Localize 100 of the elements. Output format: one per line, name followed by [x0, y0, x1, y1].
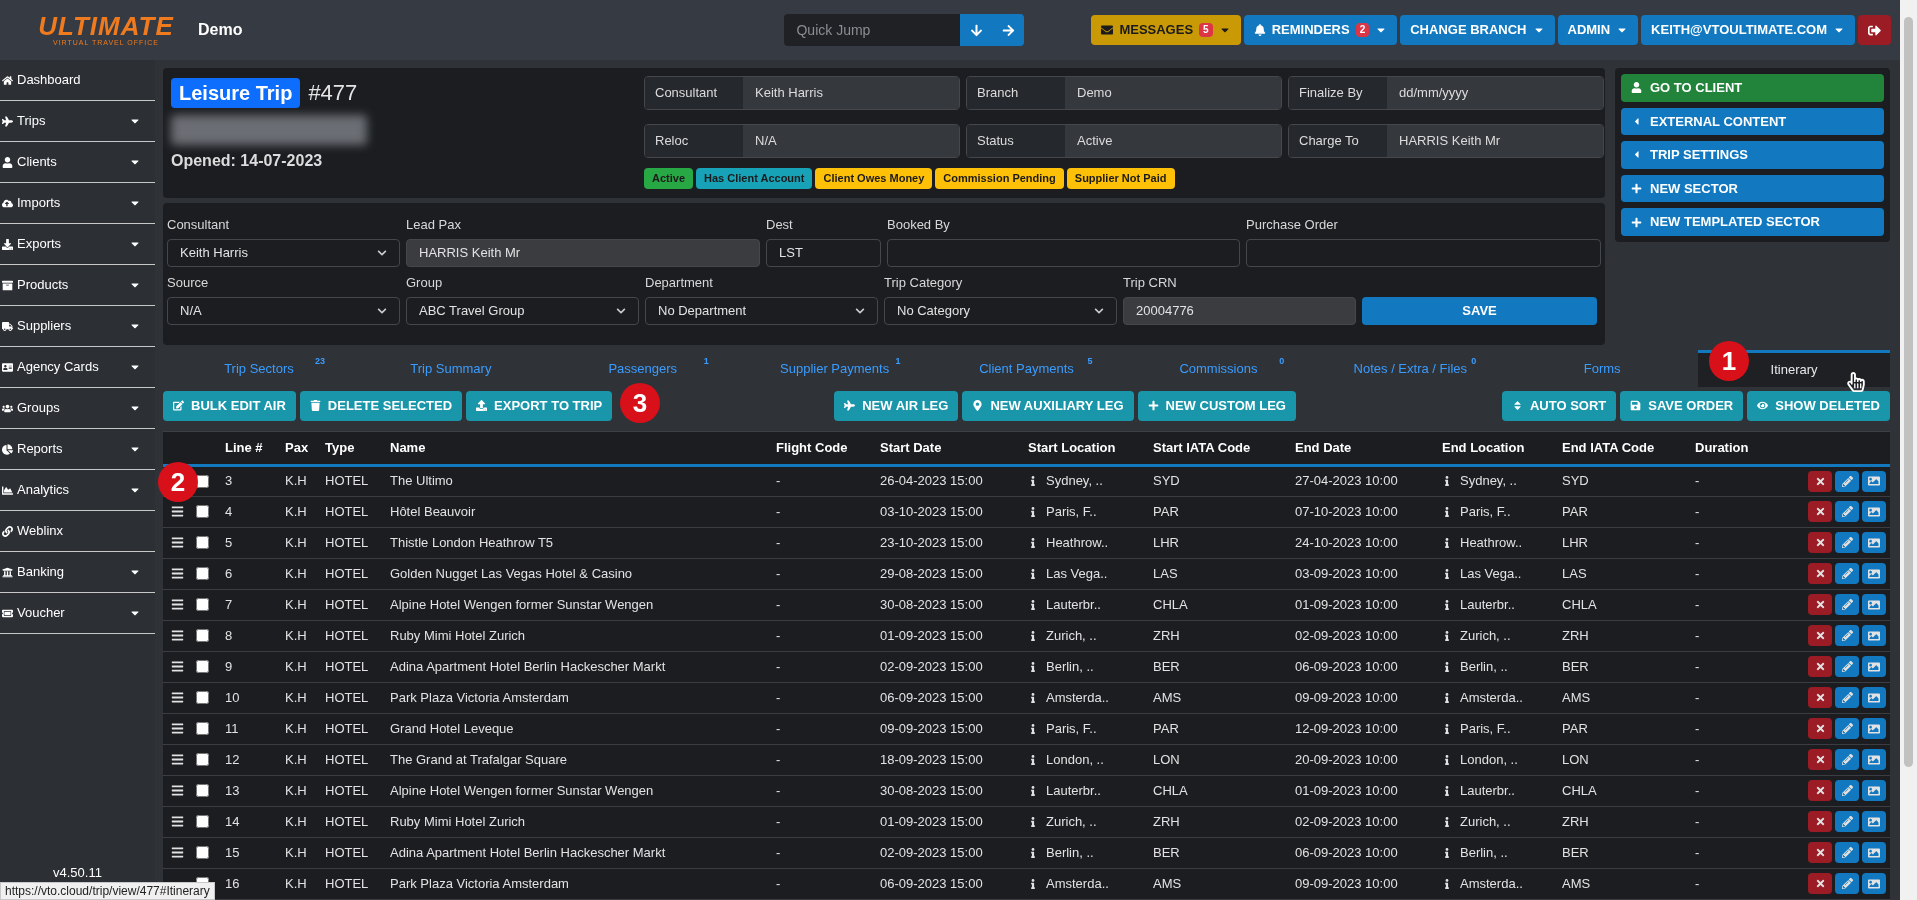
table-cell: BER — [1153, 658, 1180, 674]
table-cell-text: Sydney, .. — [1460, 472, 1517, 491]
table-cell: LHR — [1562, 534, 1588, 550]
table-cell-text: Berlin, .. — [1046, 657, 1094, 676]
table-cell: 01-09-2023 15:00 — [880, 813, 983, 829]
table-cell: - — [776, 844, 781, 860]
table-cell: HOTEL — [325, 596, 369, 612]
tab-count: 0 — [1279, 355, 1285, 368]
logo-title: ULTIMATE — [38, 13, 174, 39]
step-marker: 2 — [158, 462, 198, 502]
table-cell-text: Paris, F.. — [1046, 502, 1097, 521]
step-marker: 1 — [1709, 341, 1749, 381]
table-cell: HOTEL — [325, 503, 369, 519]
table-cell: 01-09-2023 10:00 — [1295, 782, 1398, 798]
trip-type-label: Leisure Trip — [171, 77, 301, 108]
column-header: Duration — [1695, 440, 1749, 455]
table-cell: HOTEL — [325, 627, 369, 643]
table-cell: - — [776, 689, 781, 705]
table-cell: Ruby Mimi Hotel Zurich — [390, 627, 526, 643]
table-cell: 8 — [225, 627, 233, 643]
table-cell-text: Amsterda.. — [1046, 874, 1109, 893]
table-cell: - — [776, 751, 781, 767]
table-cell: - — [776, 503, 781, 519]
table-cell: AMS — [1153, 875, 1182, 891]
table-cell: 23-10-2023 15:00 — [880, 534, 983, 550]
table-cell: CHLA — [1153, 782, 1188, 798]
table-cell: K.H — [285, 658, 307, 674]
table-cell-text: Las Vega.. — [1460, 564, 1522, 583]
table-cell-text: Paris, F.. — [1460, 719, 1511, 738]
column-header: Start Date — [880, 440, 942, 455]
url-tooltip: https://vto.cloud/trip/view/477#Itinerary — [0, 882, 215, 900]
table-cell: K.H — [285, 813, 307, 829]
info-value: N/A — [743, 125, 959, 157]
table-cell: K.H — [285, 720, 307, 736]
trip-number: #477 — [308, 79, 358, 107]
table-cell: LAS — [1562, 565, 1587, 581]
table-cell: - — [1695, 875, 1700, 891]
field-label: Booked By — [887, 216, 951, 234]
status-badge: Commission Pending — [935, 168, 1064, 189]
info-value: Active — [1065, 125, 1281, 157]
table-cell: 30-08-2023 15:00 — [880, 782, 983, 798]
count-badge: 5 — [1199, 23, 1213, 37]
status-badge: Has Client Account — [696, 168, 813, 189]
table-cell: 27-04-2023 10:00 — [1295, 473, 1398, 489]
table-cell: 09-09-2023 10:00 — [1295, 689, 1398, 705]
table-cell: HOTEL — [325, 782, 369, 798]
table-cell: HOTEL — [325, 473, 369, 489]
table-cell: 01-09-2023 10:00 — [1295, 596, 1398, 612]
status-badge: Active — [644, 168, 694, 189]
column-header: Name — [390, 440, 426, 455]
table-cell-text: Heathrow.. — [1046, 533, 1109, 552]
branch-name: Demo — [198, 20, 243, 40]
field-label: Lead Pax — [406, 216, 462, 234]
table-cell: 02-09-2023 15:00 — [880, 658, 983, 674]
table-cell: AMS — [1562, 689, 1591, 705]
table-cell: 07-10-2023 10:00 — [1295, 503, 1398, 519]
table-cell: Adina Apartment Hotel Berlin Hackescher Markt — [390, 844, 666, 860]
table-cell: - — [1695, 689, 1700, 705]
field-label: Consultant — [167, 216, 231, 234]
table-cell: HOTEL — [325, 658, 369, 674]
table-cell: 02-09-2023 10:00 — [1295, 813, 1398, 829]
table-cell: K.H — [285, 565, 307, 581]
table-cell: - — [776, 534, 781, 550]
table-cell: K.H — [285, 844, 307, 860]
table-cell: The Ultimo — [390, 473, 453, 489]
table-cell: 26-04-2023 15:00 — [880, 473, 983, 489]
table-cell: LHR — [1153, 534, 1179, 550]
table-cell: LON — [1153, 751, 1180, 767]
table-cell: 14 — [225, 813, 240, 829]
table-cell: - — [776, 565, 781, 581]
column-header: Line # — [225, 440, 263, 455]
table-cell: AMS — [1153, 689, 1182, 705]
table-cell: HOTEL — [325, 875, 369, 891]
status-badge: Client Owes Money — [815, 168, 933, 189]
table-cell: Golden Nugget Las Vegas Hotel & Casino — [390, 565, 633, 581]
table-cell: PAR — [1562, 720, 1588, 736]
table-cell: CHLA — [1153, 596, 1188, 612]
table-cell: SYD — [1562, 473, 1589, 489]
table-cell: HOTEL — [325, 534, 369, 550]
table-cell: HOTEL — [325, 813, 369, 829]
table-cell: - — [1695, 534, 1700, 550]
column-header: Type — [325, 440, 355, 455]
table-cell: 29-08-2023 15:00 — [880, 565, 983, 581]
table-cell: K.H — [285, 751, 307, 767]
table-cell-text: Amsterda.. — [1460, 688, 1523, 707]
status-badge: Supplier Not Paid — [1066, 168, 1175, 189]
info-label: Consultant — [645, 77, 743, 109]
table-cell: Grand Hotel Leveque — [390, 720, 514, 736]
opened-date: Opened: 14-07-2023 — [171, 151, 324, 171]
table-cell: 06-09-2023 10:00 — [1295, 658, 1398, 674]
table-cell: ZRH — [1562, 813, 1589, 829]
table-cell: 18-09-2023 15:00 — [880, 751, 983, 767]
table-cell: 12-09-2023 10:00 — [1295, 720, 1398, 736]
table-cell-text: Zurich, .. — [1046, 812, 1097, 831]
field-label: Trip Category — [884, 274, 964, 292]
tab-count: 1 — [895, 355, 901, 368]
table-cell: - — [776, 782, 781, 798]
table-cell: PAR — [1153, 503, 1179, 519]
column-header: Pax — [285, 440, 309, 455]
table-cell: - — [1695, 720, 1700, 736]
